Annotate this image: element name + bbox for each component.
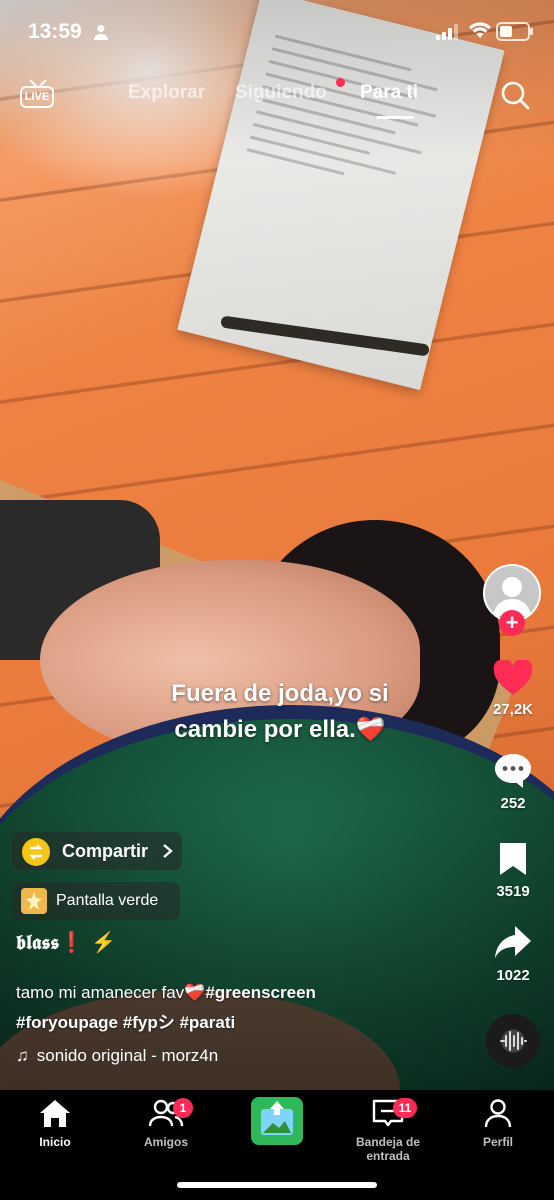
hashtag[interactable]: #greenscreen: [205, 983, 316, 1002]
tab-amigos[interactable]: Amigos 1: [111, 1098, 221, 1149]
live-button[interactable]: LIVE: [20, 80, 56, 108]
share-count: 1022: [496, 967, 530, 984]
upload-photo-icon: [261, 1101, 293, 1135]
like-count: 27,2K: [492, 701, 534, 718]
person-icon: [94, 25, 108, 40]
chevron-right-icon: [163, 844, 173, 858]
wifi-icon: [469, 22, 491, 38]
save-button[interactable]: 3519: [476, 840, 550, 900]
comment-count: 252: [500, 795, 526, 812]
notification-dot: [336, 78, 345, 87]
save-count: 3519: [496, 883, 530, 900]
sound-wave-icon: [500, 1031, 527, 1051]
tab-siguiendo[interactable]: Siguiendo: [235, 82, 327, 104]
live-label: LIVE: [20, 86, 54, 108]
share-label: Compartir: [62, 841, 149, 861]
like-button[interactable]: 27,2K: [476, 658, 550, 718]
heart-icon: [493, 658, 533, 695]
battery-icon: [496, 22, 533, 41]
tab-label: Amigos: [143, 1135, 188, 1149]
inbox-badge: 11: [393, 1098, 417, 1118]
video-caption: Fuera de joda,yo si cambie por ella.❤️‍🩹: [120, 676, 440, 748]
home-icon: [40, 1100, 70, 1127]
tab-explorar[interactable]: Explorar: [128, 82, 205, 104]
tab-bandeja[interactable]: Bandeja de entrada 11: [333, 1098, 443, 1163]
create-button[interactable]: [251, 1097, 303, 1145]
comment-icon: [495, 754, 531, 788]
sound-label: sonido original - morz4n: [36, 1046, 219, 1065]
active-tab-indicator: [376, 116, 414, 119]
hashtag[interactable]: #parati: [179, 1013, 235, 1032]
tab-label: Bandeja de entrada: [355, 1135, 421, 1163]
tab-inicio[interactable]: Inicio: [0, 1098, 110, 1149]
green-screen-effect-icon: [21, 888, 47, 914]
effect-pill[interactable]: Pantalla verde: [12, 882, 180, 920]
status-bar: 13:59: [0, 18, 554, 48]
comment-button[interactable]: 252: [476, 752, 550, 812]
share-arrow-icon: [495, 926, 531, 958]
profile-icon: [484, 1099, 512, 1128]
status-time: 13:59: [28, 20, 82, 43]
top-nav: LIVE Explorar Siguiendo Para ti: [0, 76, 554, 119]
follow-button[interactable]: +: [499, 610, 525, 636]
effect-label: Pantalla verde: [56, 892, 159, 909]
home-indicator[interactable]: [177, 1182, 377, 1188]
tab-perfil[interactable]: Perfil: [443, 1098, 553, 1149]
description-text: tamo mi amanecer fav❤️‍🩹: [16, 983, 206, 1002]
caption-line-1: Fuera de joda,yo si: [171, 680, 389, 707]
signal-icon: [436, 24, 458, 40]
tab-para-ti[interactable]: Para ti: [360, 82, 418, 104]
sound-disc[interactable]: [486, 1014, 540, 1068]
tab-label: Perfil: [482, 1135, 513, 1149]
search-icon[interactable]: [500, 80, 530, 110]
video-player[interactable]: [0, 0, 554, 1090]
share-pill[interactable]: Compartir: [12, 832, 182, 870]
sound-link[interactable]: ♫ sonido original - morz4n: [16, 1046, 218, 1066]
share-button[interactable]: 1022: [476, 924, 550, 984]
username[interactable]: 𝖇𝖑𝖆𝖘𝖘❗️ ⚡️: [16, 930, 116, 954]
music-note-icon: ♫: [16, 1046, 29, 1065]
bookmark-icon: [500, 843, 526, 875]
repost-icon: [22, 838, 50, 866]
hashtag[interactable]: #fypシ: [123, 1013, 175, 1032]
tab-label: Inicio: [39, 1135, 71, 1149]
friends-badge: 1: [173, 1098, 193, 1118]
hashtag[interactable]: #foryoupage: [16, 1013, 118, 1032]
video-description: tamo mi amanecer fav❤️‍🩹#greenscreen #fo…: [16, 978, 436, 1038]
tiktok-screen: 13:59 LIVE Explorar Siguiendo Para ti Fu…: [0, 0, 554, 1200]
caption-line-2: cambie por ella.❤️‍🩹: [174, 716, 386, 743]
